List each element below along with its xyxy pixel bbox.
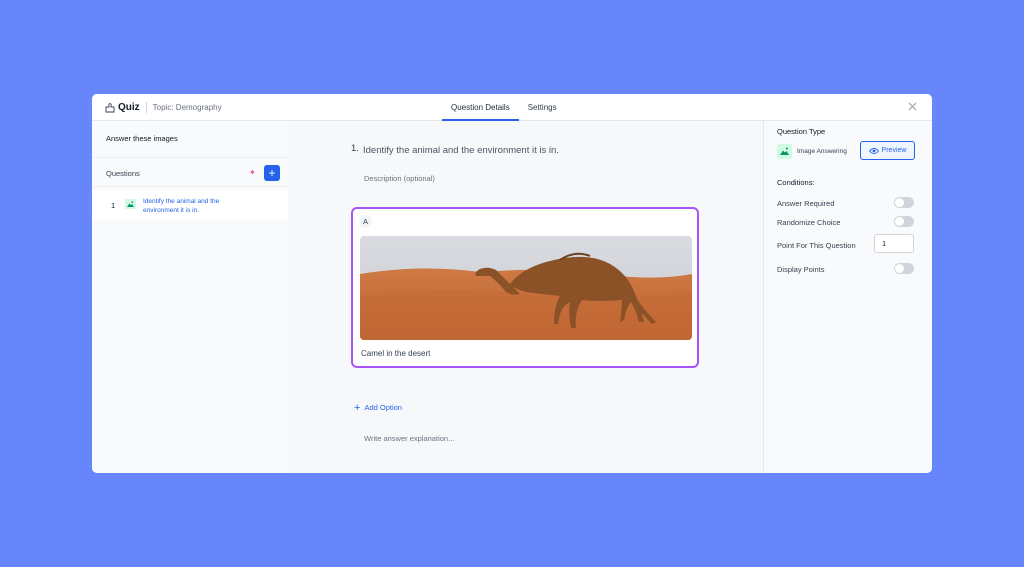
points-input[interactable] xyxy=(874,234,914,253)
close-icon[interactable] xyxy=(907,101,918,112)
questions-label: Questions xyxy=(106,169,140,178)
quiz-title: Answer these images xyxy=(106,134,178,143)
display-points-toggle[interactable] xyxy=(894,263,914,274)
randomize-choice-toggle[interactable] xyxy=(894,216,914,227)
question-title[interactable]: Identify the animal and the environment … xyxy=(363,145,559,156)
add-option-button[interactable]: + Add Option xyxy=(354,401,402,414)
randomize-choice-label: Randomize Choice xyxy=(777,218,841,227)
eye-icon xyxy=(868,147,879,154)
tab-settings[interactable]: Settings xyxy=(519,94,566,121)
app-title: Quiz xyxy=(118,102,140,113)
option-caption[interactable]: Camel in the desert xyxy=(361,349,430,358)
answer-required-label: Answer Required xyxy=(777,199,835,208)
brand: Quiz Topic: Demography xyxy=(105,101,222,114)
option-image xyxy=(360,236,692,340)
tab-bar: Question Details Settings xyxy=(442,94,566,121)
preview-button[interactable]: Preview xyxy=(860,141,915,160)
question-list-item[interactable]: 1 Identify the animal and the environmen… xyxy=(92,190,288,220)
answer-option-card[interactable]: A Camel in the desert xyxy=(351,207,699,368)
plus-icon: + xyxy=(354,401,361,414)
add-option-label: Add Option xyxy=(364,403,402,412)
preview-label: Preview xyxy=(881,147,907,154)
quiz-editor-modal: Quiz Topic: Demography Question Details … xyxy=(92,94,932,473)
answer-explanation-input[interactable] xyxy=(364,434,644,443)
add-question-button[interactable]: + xyxy=(264,165,280,181)
topic-label: Topic: Demography xyxy=(152,103,222,112)
question-number-label: 1. xyxy=(351,143,359,154)
answer-required-toggle[interactable] xyxy=(894,197,914,208)
display-points-label: Display Points xyxy=(777,265,825,274)
image-type-icon xyxy=(125,199,136,209)
settings-panel: Question Type Image Answering Preview Co… xyxy=(763,121,932,473)
points-label: Point For This Question xyxy=(777,241,856,250)
question-item-text: Identify the animal and the environment … xyxy=(143,198,220,214)
modal-header: Quiz Topic: Demography Question Details … xyxy=(92,94,932,121)
puzzle-icon xyxy=(105,102,115,112)
question-type-label: Question Type xyxy=(777,127,826,136)
tab-question-details[interactable]: Question Details xyxy=(442,94,519,121)
ai-sparkle-icon[interactable]: ✦ xyxy=(249,168,256,178)
questions-sidebar: Answer these images Questions ✦ + 1 Iden… xyxy=(92,121,288,473)
question-number: 1 xyxy=(111,201,116,210)
questions-header: Questions ✦ + xyxy=(92,157,288,187)
conditions-label: Conditions: xyxy=(777,178,815,187)
option-letter: A xyxy=(359,215,372,228)
description-field[interactable]: Description (optional) xyxy=(364,174,435,183)
camel-desert-image xyxy=(360,236,692,340)
divider xyxy=(145,102,147,113)
question-editor: 1. Identify the animal and the environme… xyxy=(288,121,763,473)
image-answering-icon xyxy=(777,144,792,159)
question-type-value: Image Answering xyxy=(797,148,847,155)
